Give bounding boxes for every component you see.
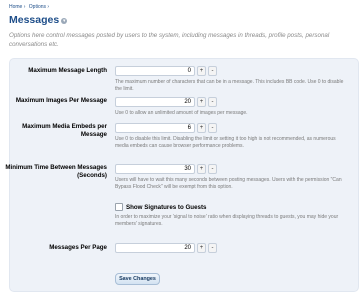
max-media-embeds-control: 6 + - <box>115 123 217 133</box>
decrement-button[interactable]: - <box>208 164 217 174</box>
increment-button[interactable]: + <box>197 97 206 107</box>
max-images-input[interactable]: 20 <box>115 97 195 107</box>
max-images-control: 20 + - <box>115 97 217 107</box>
increment-button[interactable]: + <box>197 66 206 76</box>
decrement-button[interactable]: - <box>208 243 217 253</box>
min-time-between-label: Minimum Time Between Messages (Seconds) <box>5 164 107 179</box>
messages-per-page-control: 20 + - <box>115 243 217 253</box>
breadcrumb-home[interactable]: Home › <box>9 4 25 10</box>
max-media-embeds-input[interactable]: 6 <box>115 123 195 133</box>
save-changes-button[interactable]: Save Changes <box>115 273 160 285</box>
max-message-length-explain: The maximum number of characters that ca… <box>115 79 344 92</box>
chevron-down-icon[interactable]: ▾ <box>61 17 68 24</box>
page-title: Messages <box>9 14 60 26</box>
max-images-label: Maximum Images Per Message <box>15 97 107 104</box>
decrement-button[interactable]: - <box>208 123 217 133</box>
breadcrumb: Home › Options › <box>9 4 51 10</box>
breadcrumb-options[interactable]: Options › <box>29 4 49 10</box>
increment-button[interactable]: + <box>197 123 206 133</box>
decrement-button[interactable]: - <box>208 97 217 107</box>
increment-button[interactable]: + <box>197 243 206 253</box>
page-description: Options here control messages posted by … <box>9 32 330 48</box>
title-wrap: Messages ▾ <box>9 14 68 26</box>
show-signatures-explain: In order to maximize your 'signal to noi… <box>115 214 339 227</box>
show-signatures-label[interactable]: Show Signatures to Guests <box>126 204 206 211</box>
min-time-between-explain: Users will have to wait this many second… <box>115 177 342 190</box>
messages-per-page-label: Messages Per Page <box>49 244 107 251</box>
decrement-button[interactable]: - <box>208 66 217 76</box>
max-images-explain: Use 0 to allow an unlimited amount of im… <box>115 110 248 116</box>
max-media-embeds-explain: Use 0 to disable this limit. Disabling t… <box>115 136 336 149</box>
min-time-between-control: 30 + - <box>115 164 217 174</box>
show-signatures-control: Show Signatures to Guests <box>115 203 206 211</box>
min-time-between-input[interactable]: 30 <box>115 164 195 174</box>
messages-per-page-input[interactable]: 20 <box>115 243 195 253</box>
increment-button[interactable]: + <box>197 164 206 174</box>
max-message-length-control: 0 + - <box>115 66 217 76</box>
max-message-length-input[interactable]: 0 <box>115 66 195 76</box>
max-media-embeds-label: Maximum Media Embeds per Message <box>22 123 107 138</box>
show-signatures-checkbox[interactable] <box>115 203 123 211</box>
max-message-length-label: Maximum Message Length <box>28 67 107 74</box>
